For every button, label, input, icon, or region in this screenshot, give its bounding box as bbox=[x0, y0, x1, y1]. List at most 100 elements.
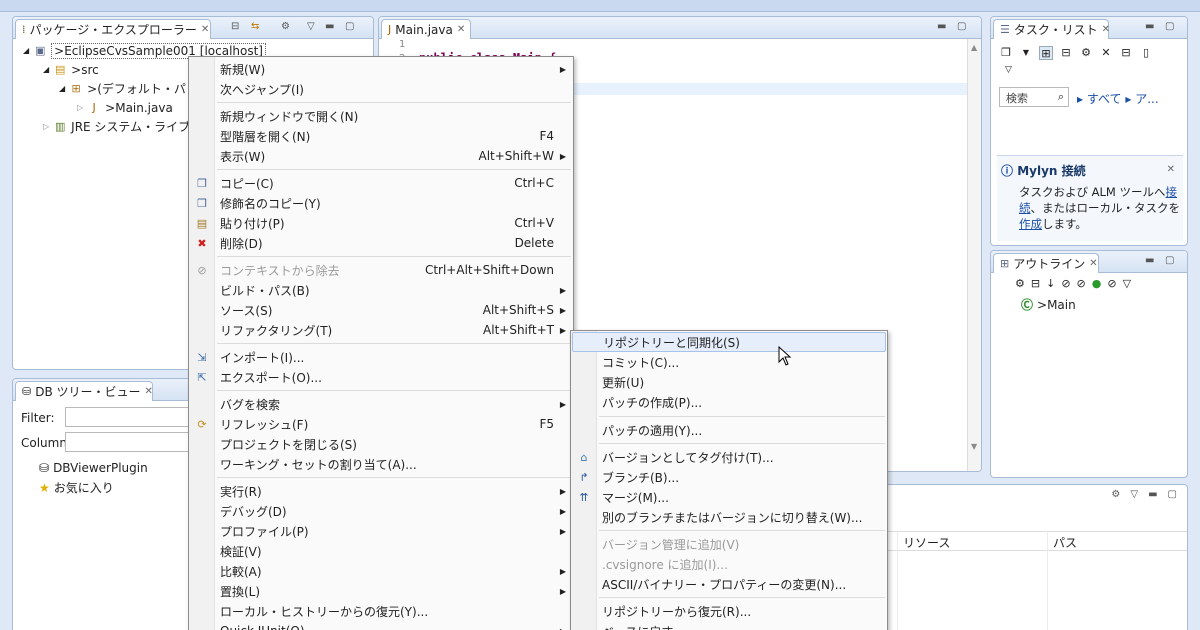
menu-item[interactable]: ▤貼り付け(P)Ctrl+V bbox=[190, 213, 572, 233]
column-header-path[interactable]: パス bbox=[1053, 534, 1077, 551]
filter-input[interactable] bbox=[65, 407, 192, 427]
chevron-down-icon[interactable]: ▽ bbox=[1005, 65, 1012, 75]
menu-item[interactable]: Quick JUnit(Q)▶ bbox=[190, 621, 572, 630]
menu-item[interactable]: パッチの適用(Y)... bbox=[572, 420, 886, 440]
create-link[interactable]: 作成 bbox=[1019, 217, 1042, 231]
menu-item[interactable]: ⟳リフレッシュ(F)F5 bbox=[190, 414, 572, 434]
close-icon[interactable]: ✕ bbox=[1167, 164, 1175, 175]
tab-task-list[interactable]: ☰ タスク・リスト ✕ bbox=[993, 19, 1109, 39]
close-icon[interactable]: ✕ bbox=[145, 386, 153, 397]
vertical-scrollbar[interactable]: ▲ ▼ bbox=[967, 39, 981, 471]
chevron-down-icon[interactable]: ▽ bbox=[1123, 277, 1131, 290]
maximize-icon[interactable]: ▢ bbox=[345, 21, 354, 32]
expand-arrow-icon[interactable]: ▷ bbox=[43, 122, 49, 131]
menu-item[interactable]: ワーキング・セットの割り当て(A)... bbox=[190, 454, 572, 474]
tab-outline[interactable]: ⊞ アウトライン ✕ bbox=[993, 253, 1099, 273]
minimize-icon[interactable]: ▬ bbox=[1145, 21, 1154, 32]
minimize-icon[interactable]: ▬ bbox=[1145, 255, 1154, 266]
menu-item[interactable]: 表示(W)Alt+Shift+W▶ bbox=[190, 146, 572, 166]
hide-fields-icon[interactable]: ⊘ bbox=[1061, 277, 1070, 290]
menu-item[interactable]: ❐修飾名のコピー(Y) bbox=[190, 193, 572, 213]
column-input[interactable] bbox=[65, 432, 192, 452]
collapse-all-icon[interactable]: ⊟ bbox=[1119, 46, 1133, 60]
menu-item[interactable]: プロジェクトを閉じる(S) bbox=[190, 434, 572, 454]
categorized-icon[interactable]: ⊞ bbox=[1039, 46, 1053, 60]
menu-item[interactable]: バージョン管理に追加(V) bbox=[572, 534, 886, 554]
maximize-icon[interactable]: ▢ bbox=[1165, 255, 1174, 266]
chevron-down-icon[interactable]: ▽ bbox=[1130, 489, 1138, 500]
menu-item[interactable]: 型階層を開く(N)F4 bbox=[190, 126, 572, 146]
minimize-icon[interactable]: ▬ bbox=[1148, 489, 1157, 500]
close-icon[interactable]: ✕ bbox=[457, 24, 465, 35]
link-editor-icon[interactable]: ⇆ bbox=[251, 21, 259, 32]
menu-item[interactable]: ⇈マージ(M)... bbox=[572, 487, 886, 507]
focus-icon[interactable]: ▯ bbox=[1139, 46, 1153, 60]
menu-item[interactable]: ⊘コンテキストから除去Ctrl+Alt+Shift+Down bbox=[190, 260, 572, 280]
menu-item[interactable]: ⇱エクスポート(O)... bbox=[190, 367, 572, 387]
menu-item[interactable]: 実行(R)▶ bbox=[190, 481, 572, 501]
scroll-down-arrow-icon[interactable]: ▼ bbox=[971, 442, 977, 451]
menu-item[interactable]: コミット(C)... bbox=[572, 352, 886, 372]
menu-item[interactable]: パッチの作成(P)... bbox=[572, 392, 886, 412]
sort-icon[interactable]: ↓ bbox=[1046, 277, 1055, 290]
db-tree-item[interactable]: ★ お気に入り bbox=[39, 478, 114, 497]
tree-item-src[interactable]: ◢ ▤ >src bbox=[43, 60, 99, 79]
filter-all-link[interactable]: ▸ すべて ▸ ア... bbox=[1077, 90, 1159, 107]
tab-main-java[interactable]: J Main.java ✕ bbox=[381, 19, 471, 39]
tab-package-explorer[interactable]: ⁞ パッケージ・エクスプローラー ✕ bbox=[15, 19, 211, 39]
sync-icon[interactable]: ⚙ bbox=[1015, 277, 1025, 290]
menu-item[interactable]: ASCII/バイナリー・プロパティーの変更(N)... bbox=[572, 574, 886, 594]
menu-item[interactable]: ソース(S)Alt+Shift+S▶ bbox=[190, 300, 572, 320]
maximize-icon[interactable]: ▢ bbox=[1168, 489, 1177, 500]
menu-item[interactable]: ビルド・パス(B)▶ bbox=[190, 280, 572, 300]
menu-item[interactable]: .cvsignore に追加(I)... bbox=[572, 554, 886, 574]
sync-icon[interactable]: ⚙ bbox=[1111, 489, 1120, 500]
hide-local-icon[interactable]: ⊘ bbox=[1107, 277, 1116, 290]
expand-arrow-icon[interactable]: ◢ bbox=[23, 46, 29, 55]
close-icon[interactable]: ✕ bbox=[1102, 24, 1110, 35]
collapse-all-icon[interactable]: ⊟ bbox=[1031, 277, 1040, 290]
maximize-icon[interactable]: ▢ bbox=[1165, 21, 1174, 32]
menu-item[interactable]: リポジトリーから復元(R)... bbox=[572, 601, 886, 621]
new-task-icon[interactable]: ❐ bbox=[999, 46, 1013, 60]
menu-item[interactable]: ↱ブランチ(B)... bbox=[572, 467, 886, 487]
hide-static-icon[interactable]: ⊘ bbox=[1077, 277, 1086, 290]
outline-item-main[interactable]: Ⓒ >Main bbox=[1021, 295, 1076, 314]
close-icon[interactable]: ✕ bbox=[1089, 258, 1097, 269]
scheduled-icon[interactable]: ⊟ bbox=[1059, 46, 1073, 60]
menu-item[interactable]: ローカル・ヒストリーからの復元(Y)... bbox=[190, 601, 572, 621]
expand-arrow-icon[interactable]: ◢ bbox=[43, 65, 49, 74]
tree-item-default-package[interactable]: ◢ ⊞ >(デフォルト・パッ bbox=[59, 79, 198, 98]
menu-item[interactable]: ❐コピー(C)Ctrl+C bbox=[190, 173, 572, 193]
menu-item[interactable]: ベースに戻す bbox=[572, 621, 886, 630]
menu-item[interactable]: 置換(L)▶ bbox=[190, 581, 572, 601]
menu-item[interactable]: 更新(U) bbox=[572, 372, 886, 392]
tree-item-main-java[interactable]: ▷ J >Main.java bbox=[77, 98, 173, 117]
close-icon[interactable]: ✕ bbox=[201, 24, 209, 35]
menu-item[interactable]: ⌂バージョンとしてタグ付け(T)... bbox=[572, 447, 886, 467]
menu-item[interactable]: リポジトリーと同期化(S) bbox=[572, 332, 886, 352]
menu-item[interactable]: リファクタリング(T)Alt+Shift+T▶ bbox=[190, 320, 572, 340]
expand-arrow-icon[interactable]: ▷ bbox=[77, 103, 83, 112]
chevron-down-icon[interactable]: ▽ bbox=[307, 21, 315, 32]
menu-item[interactable]: バグを検索▶ bbox=[190, 394, 572, 414]
db-tree-item[interactable]: ⛁ DBViewerPlugin bbox=[39, 458, 148, 477]
menu-item[interactable]: ✖削除(D)Delete bbox=[190, 233, 572, 253]
filter-completed-icon[interactable]: ✕ bbox=[1099, 46, 1113, 60]
column-header-resource[interactable]: リソース bbox=[903, 534, 950, 551]
menu-item[interactable]: 次へジャンプ(I) bbox=[190, 79, 572, 99]
chevron-down-icon[interactable]: ▼ bbox=[1019, 46, 1033, 60]
hide-nonpublic-icon[interactable]: ● bbox=[1092, 277, 1102, 290]
menu-item[interactable]: 新規ウィンドウで開く(N) bbox=[190, 106, 572, 126]
menu-item[interactable]: 新規(W)▶ bbox=[190, 59, 572, 79]
view-menu-icon[interactable]: ⚙ bbox=[281, 21, 290, 32]
menu-item[interactable]: プロファイル(P)▶ bbox=[190, 521, 572, 541]
menu-item[interactable]: 検証(V) bbox=[190, 541, 572, 561]
sync-icon[interactable]: ⚙ bbox=[1079, 46, 1093, 60]
tree-item-jre[interactable]: ▷ ▥ JRE システム・ライブラ bbox=[43, 117, 202, 136]
menu-item[interactable]: 別のブランチまたはバージョンに切り替え(W)... bbox=[572, 507, 886, 527]
minimize-icon[interactable]: ▬ bbox=[325, 21, 334, 32]
maximize-icon[interactable]: ▢ bbox=[957, 21, 966, 32]
expand-arrow-icon[interactable]: ◢ bbox=[59, 84, 65, 93]
task-search-input[interactable]: 検索 ⌕ bbox=[999, 87, 1069, 107]
